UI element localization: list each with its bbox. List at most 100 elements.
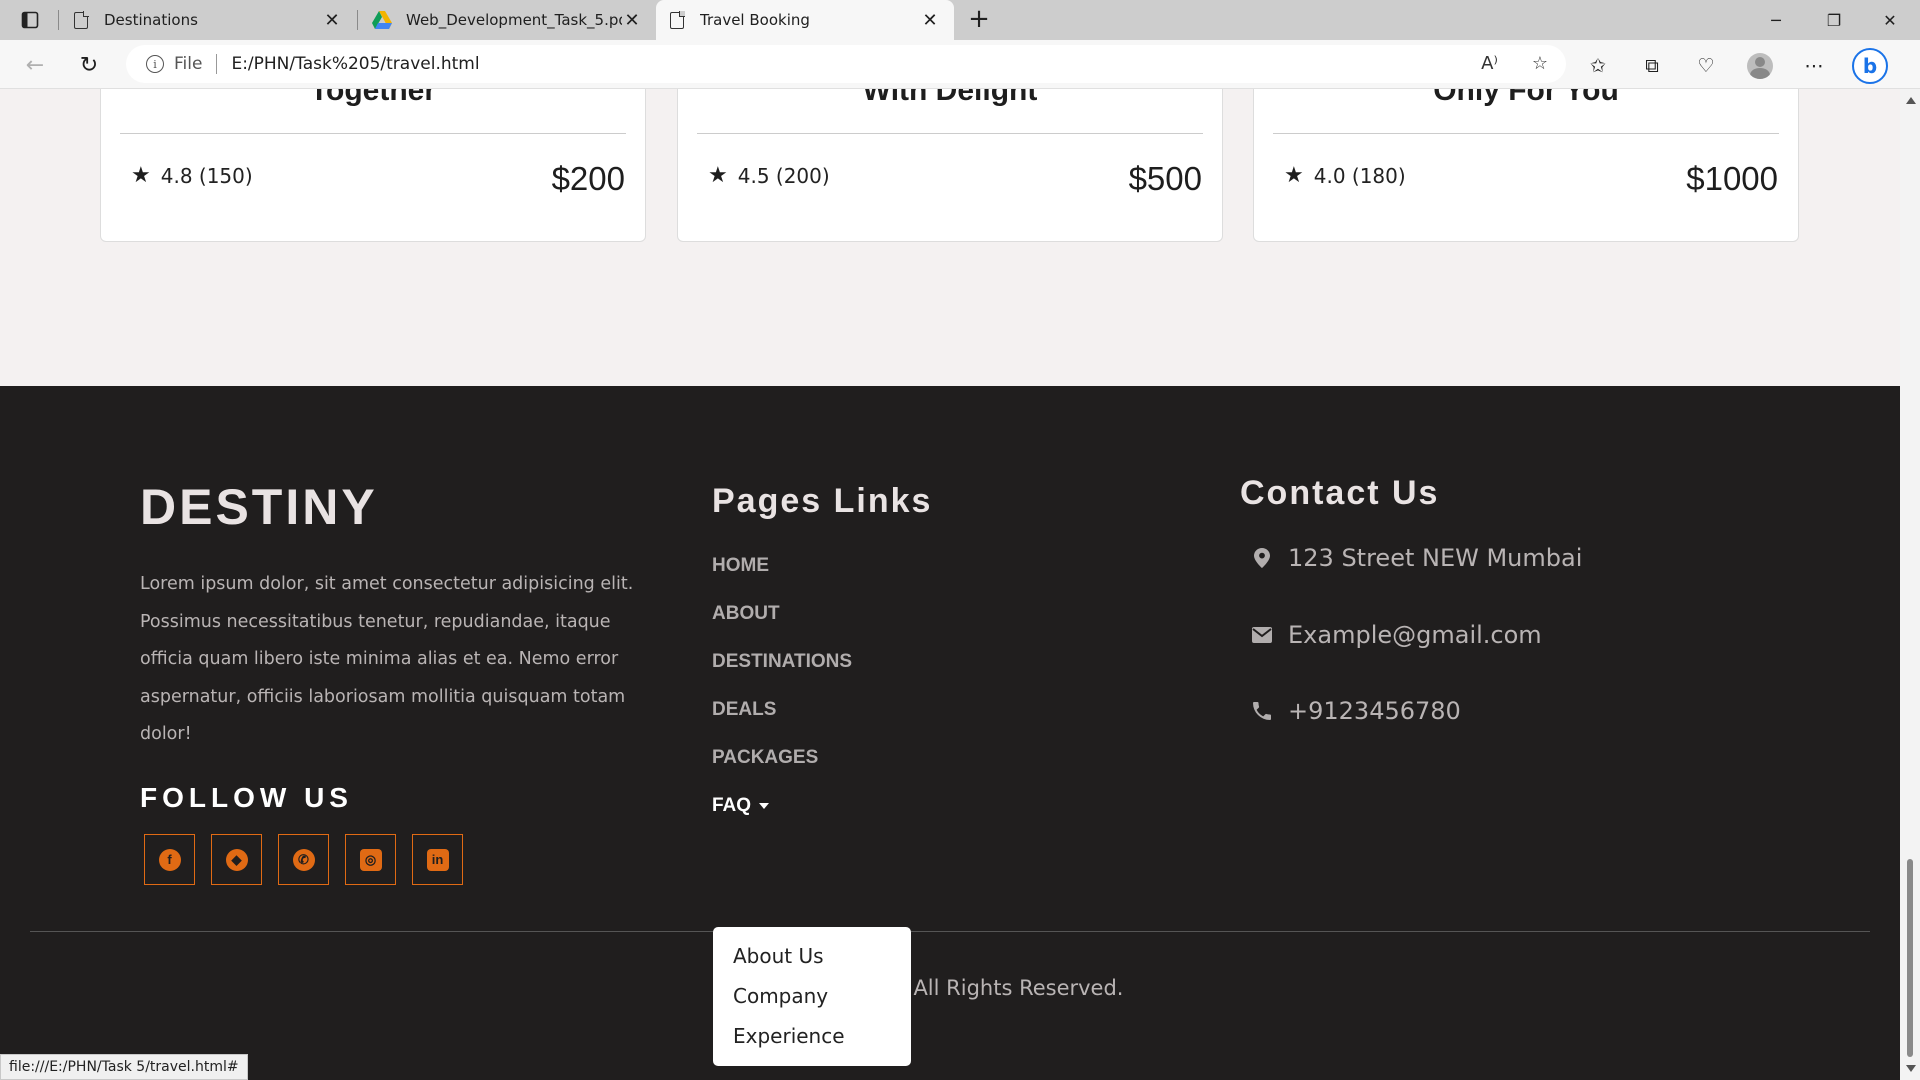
card-divider <box>697 133 1203 134</box>
favorite-star-icon[interactable]: ☆ <box>1532 53 1548 74</box>
contact-email[interactable]: Example@gmail.com <box>1252 621 1542 649</box>
close-window-button[interactable]: ✕ <box>1862 0 1918 40</box>
card-title: With Delight <box>862 89 1038 107</box>
dropdown-item-company[interactable]: Company <box>713 981 911 1021</box>
linkedin-link[interactable]: in <box>412 834 463 885</box>
url-box[interactable]: i File E:/PHN/Task%205/travel.html A⁾ ☆ <box>126 45 1566 83</box>
facebook-link[interactable]: f <box>144 834 195 885</box>
address-text: 123 Street NEW Mumbai <box>1288 544 1583 572</box>
footer-link-packages[interactable]: PACKAGES <box>712 746 852 794</box>
whatsapp-link[interactable]: ✆ <box>278 834 329 885</box>
email-text: Example@gmail.com <box>1288 621 1542 649</box>
footer-link-about[interactable]: ABOUT <box>712 602 852 650</box>
caret-down-icon <box>759 803 770 809</box>
phone-text: +9123456780 <box>1288 697 1461 725</box>
card-rating: ★ 4.8 (150) <box>131 163 253 188</box>
contact-address: 123 Street NEW Mumbai <box>1252 544 1582 572</box>
page-viewport: Together ★ 4.8 (150) $200 With Delight ★… <box>0 89 1900 1080</box>
profile-avatar[interactable] <box>1744 50 1776 82</box>
tab-title: Web_Development_Task_5.pdf - ( <box>406 11 622 29</box>
dropdown-item-about-us[interactable]: About Us <box>713 941 911 981</box>
location-pin-icon <box>1252 547 1272 569</box>
follow-us-heading: FOLLOW US <box>140 782 353 813</box>
close-icon[interactable]: ✕ <box>920 10 940 31</box>
card-divider <box>120 133 626 134</box>
card-price: $500 <box>1128 160 1202 197</box>
info-icon[interactable]: i <box>146 55 164 73</box>
site-footer: DESTINY Lorem ipsum dolor, sit amet cons… <box>0 386 1900 1080</box>
scroll-up-icon[interactable] <box>1906 97 1916 104</box>
footer-link-deals[interactable]: DEALS <box>712 698 852 746</box>
url-divider <box>216 54 218 74</box>
page-icon <box>670 10 685 29</box>
instagram-link[interactable]: ◎ <box>345 834 396 885</box>
page-icon <box>74 10 89 29</box>
phone-icon <box>1252 700 1272 722</box>
footer-about-text: Lorem ipsum dolor, sit amet consectetur … <box>140 574 634 744</box>
dropdown-item-experience[interactable]: Experience <box>713 1021 911 1061</box>
footer-divider <box>30 931 1870 932</box>
contact-us-heading: Contact Us <box>1240 474 1440 512</box>
faq-dropdown-menu: About Us Company Experience <box>713 927 911 1066</box>
tab-pdf[interactable]: Web_Development_Task_5.pdf - ( ✕ <box>358 0 656 40</box>
toolbar-icons: ✩ ⧉ ♡ ⋯ b <box>1582 48 1888 84</box>
card-title: Only For You <box>1433 89 1619 107</box>
tab-bar: Destinations ✕ Web_Development_Task_5.pd… <box>0 0 1920 40</box>
social-links: f ◆ ✆ ◎ in <box>144 834 463 885</box>
footer-link-faq[interactable]: FAQ <box>712 794 852 842</box>
scrollbar-thumb[interactable] <box>1907 859 1913 1057</box>
footer-link-home[interactable]: HOME <box>712 554 852 602</box>
star-icon: ★ <box>131 163 151 188</box>
url-text[interactable]: E:/PHN/Task%205/travel.html <box>231 54 479 74</box>
card-rating: ★ 4.0 (180) <box>1284 163 1406 188</box>
collections-icon[interactable]: ⧉ <box>1636 50 1668 82</box>
tab-destinations[interactable]: Destinations ✕ <box>60 0 356 40</box>
tab-travel-booking[interactable]: Travel Booking ✕ <box>656 0 954 40</box>
favorites-icon[interactable]: ✩ <box>1582 50 1614 82</box>
vertical-scrollbar[interactable] <box>1900 89 1920 1080</box>
snapchat-icon: ◆ <box>225 848 248 871</box>
scroll-down-icon[interactable] <box>1906 1065 1916 1072</box>
read-aloud-icon[interactable]: A⁾ <box>1481 53 1498 74</box>
whatsapp-icon: ✆ <box>292 848 315 871</box>
status-bar-url: file:///E:/PHN/Task 5/travel.html# <box>0 1054 248 1080</box>
packages-section: Together ★ 4.8 (150) $200 With Delight ★… <box>0 89 1900 386</box>
minimize-button[interactable]: ─ <box>1748 0 1804 40</box>
package-card[interactable]: Only For You ★ 4.0 (180) $1000 <box>1253 89 1799 242</box>
card-price: $200 <box>551 160 625 197</box>
rating-value: 4.5 (200) <box>737 163 830 188</box>
bing-copilot-icon[interactable]: b <box>1852 48 1888 84</box>
footer-nav: HOME ABOUT DESTINATIONS DEALS PACKAGES F… <box>712 554 852 842</box>
more-options-icon[interactable]: ⋯ <box>1798 50 1830 82</box>
close-icon[interactable]: ✕ <box>322 10 342 31</box>
facebook-icon: f <box>158 848 181 871</box>
package-card[interactable]: Together ★ 4.8 (150) $200 <box>100 89 646 242</box>
envelope-icon <box>1252 624 1272 646</box>
snapchat-link[interactable]: ◆ <box>211 834 262 885</box>
rating-value: 4.0 (180) <box>1313 163 1406 188</box>
url-actions: A⁾ ☆ <box>1481 53 1548 74</box>
footer-link-destinations[interactable]: DESTINATIONS <box>712 650 852 698</box>
pages-links-heading: Pages Links <box>712 482 933 520</box>
card-rating: ★ 4.5 (200) <box>708 163 830 188</box>
package-card[interactable]: With Delight ★ 4.5 (200) $500 <box>677 89 1223 242</box>
tab-title: Destinations <box>104 11 198 29</box>
copyright-text: Copyright © All Rights Reserved. <box>776 976 1124 1000</box>
url-scheme: File <box>174 54 203 74</box>
browser-essentials-icon[interactable]: ♡ <box>1690 50 1722 82</box>
back-button[interactable]: ← <box>20 50 50 80</box>
faq-label: FAQ <box>712 795 752 816</box>
card-title: Together <box>309 89 437 107</box>
close-icon[interactable]: ✕ <box>622 10 642 31</box>
restore-button[interactable]: ❐ <box>1806 0 1862 40</box>
contact-phone[interactable]: +9123456780 <box>1252 697 1461 725</box>
tab-actions-icon[interactable] <box>18 8 42 32</box>
address-bar: ← ↻ i File E:/PHN/Task%205/travel.html A… <box>0 40 1920 89</box>
new-tab-button[interactable]: + <box>965 6 993 34</box>
refresh-button[interactable]: ↻ <box>74 50 104 80</box>
rating-value: 4.8 (150) <box>160 163 253 188</box>
instagram-icon: ◎ <box>359 848 382 871</box>
google-drive-icon <box>372 11 392 29</box>
footer-brand[interactable]: DESTINY <box>140 478 378 536</box>
card-divider <box>1273 133 1779 134</box>
